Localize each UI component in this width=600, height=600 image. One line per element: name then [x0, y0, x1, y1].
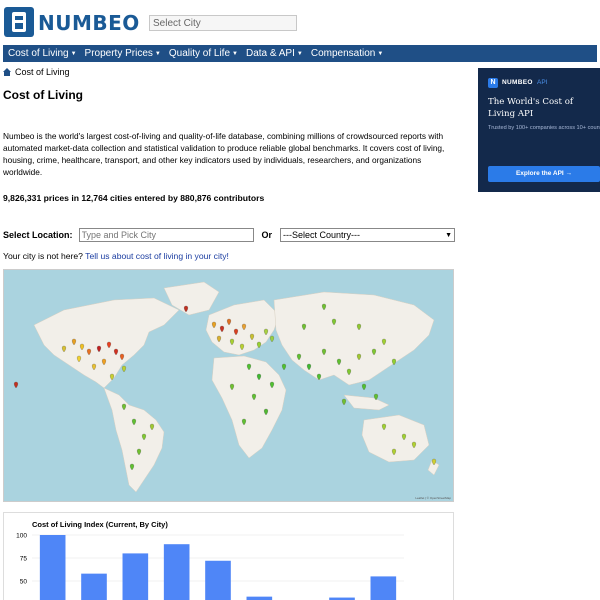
- map-attribution: Leaflet | © OpenStreetMap: [415, 496, 451, 500]
- y-tick-label: 75: [20, 556, 28, 563]
- chart-bar[interactable]: [370, 576, 397, 600]
- country-select[interactable]: ---Select Country--- ▼: [280, 228, 456, 242]
- city-marker[interactable]: [269, 335, 275, 343]
- numbeo-n-icon: N: [488, 78, 498, 88]
- home-icon[interactable]: [3, 68, 11, 76]
- chevron-down-icon: ▼: [154, 51, 161, 57]
- continent-africa: [211, 355, 287, 459]
- chevron-down-icon: ▼: [445, 231, 453, 239]
- logo-text: NUMBEO: [38, 11, 140, 35]
- continent-north-america: [33, 297, 180, 389]
- missing-city-notice: Your city is not here? Tell us about cos…: [3, 251, 229, 261]
- y-tick-label: 100: [16, 533, 27, 540]
- page-description: Numbeo is the world's largest cost-of-li…: [3, 131, 445, 177]
- nav-quality-of-life[interactable]: Quality of Life ▼: [169, 48, 238, 59]
- city-search-input[interactable]: [149, 15, 297, 31]
- city-marker[interactable]: [281, 363, 287, 371]
- chart-bar[interactable]: [81, 573, 107, 600]
- nav-cost-of-living[interactable]: Cost of Living ▼: [8, 48, 77, 59]
- chevron-down-icon: ▼: [377, 51, 384, 57]
- city-marker[interactable]: [121, 365, 127, 373]
- header: NUMBEO: [0, 0, 600, 45]
- chart-bar[interactable]: [205, 560, 231, 600]
- location-selector: Select Location: Or ---Select Country---…: [3, 228, 456, 242]
- tell-us-link[interactable]: Tell us about cost of living in your cit…: [85, 251, 229, 261]
- ad-brand: NUMBEO: [502, 79, 533, 86]
- chart-bar[interactable]: [163, 544, 190, 600]
- breadcrumb-item[interactable]: Cost of Living: [15, 67, 70, 77]
- nav-property-prices[interactable]: Property Prices ▼: [85, 48, 161, 59]
- continent-south-america: [103, 387, 165, 493]
- chevron-down-icon: ▼: [296, 51, 303, 57]
- y-tick-label: 50: [20, 579, 28, 586]
- continent-australia: [361, 414, 430, 463]
- country-select-value: ---Select Country---: [283, 230, 361, 240]
- or-label: Or: [261, 230, 273, 240]
- city-marker[interactable]: [13, 381, 19, 389]
- logo-icon: [4, 7, 34, 37]
- notice-text: Your city is not here?: [3, 251, 86, 261]
- breadcrumb: Cost of Living: [3, 67, 70, 77]
- page-title: Cost of Living: [3, 88, 83, 102]
- chart-bar[interactable]: [246, 596, 273, 600]
- city-marker[interactable]: [341, 398, 347, 406]
- chart-canvas: 100755025: [16, 533, 404, 600]
- chart-bar[interactable]: [39, 535, 66, 600]
- ad-body: Trusted by 100+ companies across 10+ cou…: [488, 125, 600, 131]
- ad-headline: The World's Cost of Living API: [488, 97, 574, 119]
- ad-tag: API: [537, 79, 548, 86]
- chart-bar[interactable]: [122, 553, 149, 600]
- city-input[interactable]: [78, 228, 254, 242]
- chevron-down-icon: ▼: [70, 51, 77, 57]
- location-label: Select Location:: [3, 230, 73, 240]
- continent-asia: [273, 291, 435, 386]
- world-map[interactable]: Leaflet | © OpenStreetMap: [3, 269, 454, 502]
- api-ad-banner[interactable]: N NUMBEO API The World's Cost of Living …: [478, 68, 600, 192]
- chevron-down-icon: ▼: [232, 51, 238, 57]
- cost-index-chart: Cost of Living Index (Current, By City) …: [3, 512, 454, 600]
- nav-compensation[interactable]: Compensation ▼: [311, 48, 383, 59]
- map-canvas: [13, 281, 440, 493]
- city-marker[interactable]: [361, 383, 367, 391]
- explore-api-button[interactable]: Explore the API →: [488, 166, 600, 182]
- stats-summary: 9,826,331 prices in 12,764 cities entere…: [3, 193, 265, 203]
- nav-data-api[interactable]: Data & API ▼: [246, 48, 303, 59]
- continent-indonesia: [343, 394, 390, 411]
- main-nav: Cost of Living ▼ Property Prices ▼ Quality…: [3, 45, 597, 62]
- numbeo-logo[interactable]: NUMBEO: [4, 7, 139, 37]
